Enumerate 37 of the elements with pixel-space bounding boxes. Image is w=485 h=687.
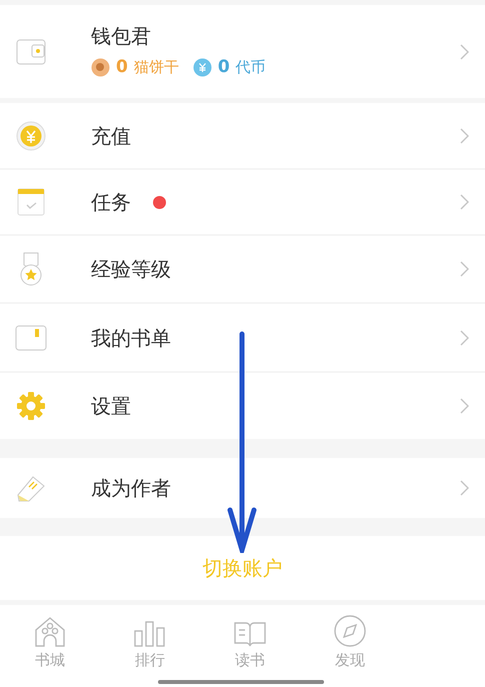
house-icon — [34, 617, 66, 647]
biscuit-label: 猫饼干 — [134, 57, 179, 78]
bar-chart-icon — [134, 621, 166, 647]
coin-icon — [16, 120, 46, 150]
menu-row[interactable]: 钱包君 0 猫饼干 0 代币 — [0, 5, 485, 98]
chevron-icon — [460, 261, 469, 277]
chevron-icon — [460, 194, 469, 210]
menu-label: 成为作者 — [91, 475, 171, 502]
book-icon — [234, 621, 266, 647]
menu-label: 我的书单 — [91, 324, 171, 352]
wallet-icon — [16, 38, 46, 64]
menu-row[interactable]: 设置 — [0, 373, 485, 439]
chevron-icon — [460, 44, 469, 60]
menu-row[interactable]: 成为作者 — [0, 458, 485, 518]
chevron-icon — [460, 398, 469, 414]
menu-row[interactable]: 充值 — [0, 103, 485, 168]
chevron-icon — [460, 330, 469, 346]
menu-label: 充值 — [91, 122, 131, 150]
settings-icon — [16, 391, 46, 421]
coin-icon — [192, 58, 212, 77]
medal-icon — [19, 252, 43, 286]
biscuit-icon — [91, 58, 110, 77]
folder-icon — [15, 324, 47, 350]
menu-label: 经验等级 — [91, 256, 171, 283]
menu-row[interactable]: 经验等级 — [0, 236, 485, 302]
menu-label: 任务 — [91, 189, 131, 216]
menu-row[interactable]: 我的书单 — [0, 304, 485, 371]
calendar-icon — [17, 188, 45, 216]
menu-row[interactable]: 任务 — [0, 170, 485, 234]
coin-count: 0 — [218, 56, 230, 79]
biscuit-count: 0 — [116, 56, 128, 79]
chevron-icon — [460, 128, 469, 144]
chevron-icon — [460, 480, 469, 496]
wallet-title: 钱包君 — [91, 22, 152, 49]
compass-icon — [334, 615, 366, 647]
coin-label: 代币 — [236, 57, 266, 78]
menu-label: 设置 — [91, 393, 131, 420]
